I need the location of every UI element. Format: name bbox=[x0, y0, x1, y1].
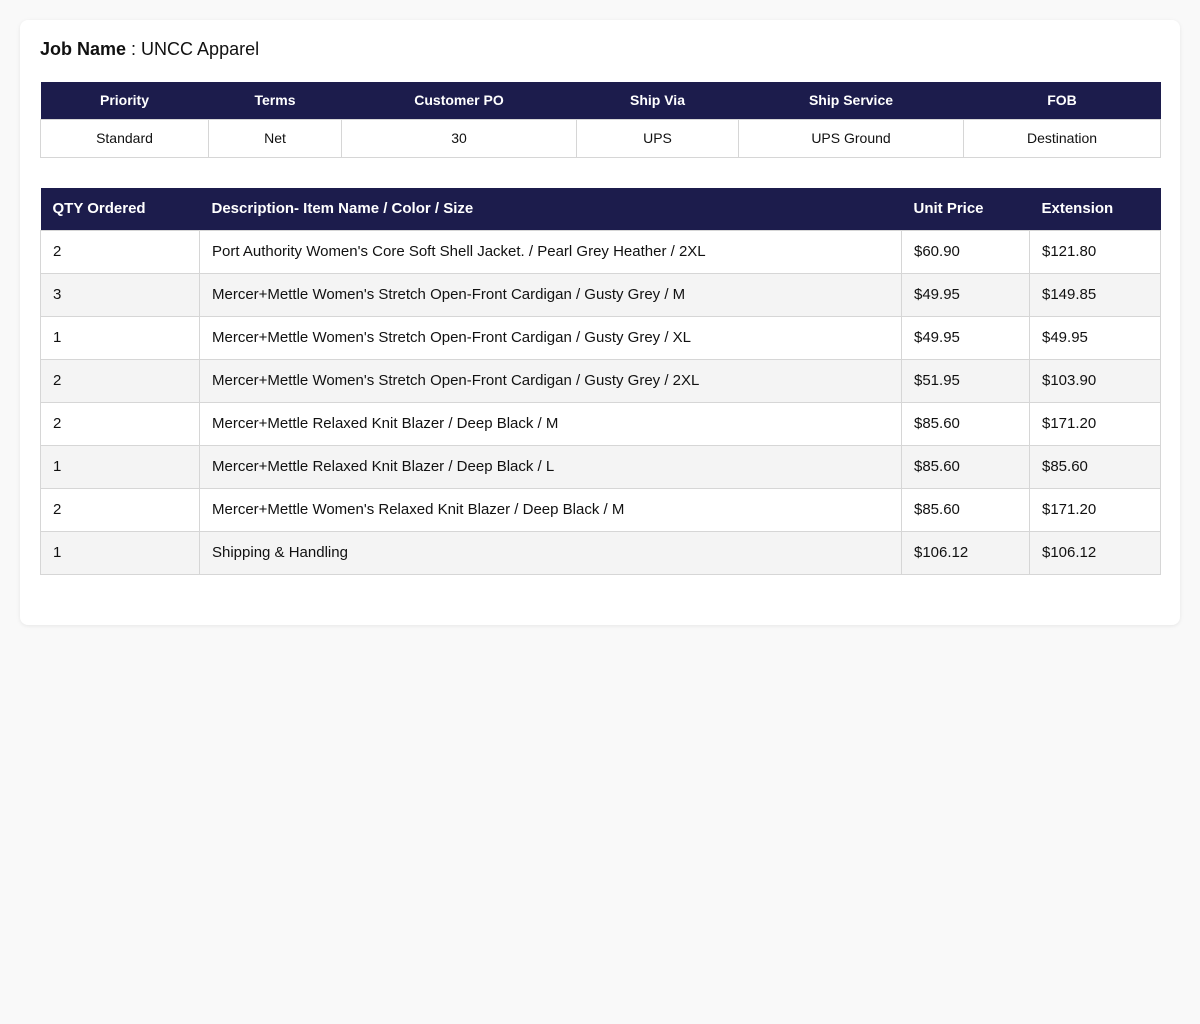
unit-price-cell: $85.60 bbox=[901, 401, 1030, 446]
qty-cell: 2 bbox=[40, 401, 200, 446]
order-info-value-row: Standard Net 30 UPS UPS Ground Destinati… bbox=[40, 118, 1161, 158]
description-cell: Mercer+Mettle Women's Stretch Open-Front… bbox=[199, 272, 902, 317]
header-unit-price: Unit Price bbox=[901, 188, 1030, 230]
job-name: Job Name : UNCC Apparel bbox=[40, 38, 259, 60]
qty-cell: 3 bbox=[40, 272, 200, 317]
unit-price-cell: $51.95 bbox=[901, 358, 1030, 403]
description-cell: Mercer+Mettle Women's Stretch Open-Front… bbox=[199, 358, 902, 403]
description-cell: Mercer+Mettle Women's Stretch Open-Front… bbox=[199, 315, 902, 360]
order-card: Job Name : UNCC Apparel Priority Terms C… bbox=[20, 20, 1180, 625]
table-row: 2 Mercer+Mettle Relaxed Knit Blazer / De… bbox=[40, 401, 1161, 446]
value-terms: Net bbox=[208, 118, 342, 158]
unit-price-cell: $106.12 bbox=[901, 530, 1030, 575]
line-items-header-row: QTY Ordered Description- Item Name / Col… bbox=[40, 188, 1161, 230]
unit-price-cell: $49.95 bbox=[901, 272, 1030, 317]
value-fob: Destination bbox=[963, 118, 1161, 158]
header-terms: Terms bbox=[208, 82, 342, 119]
extension-cell: $149.85 bbox=[1029, 272, 1161, 317]
value-ship-service: UPS Ground bbox=[738, 118, 964, 158]
extension-cell: $121.80 bbox=[1029, 229, 1161, 274]
extension-cell: $171.20 bbox=[1029, 487, 1161, 532]
description-cell: Mercer+Mettle Relaxed Knit Blazer / Deep… bbox=[199, 444, 902, 489]
table-row: 2 Mercer+Mettle Women's Stretch Open-Fro… bbox=[40, 358, 1161, 403]
extension-cell: $49.95 bbox=[1029, 315, 1161, 360]
value-priority: Standard bbox=[40, 118, 209, 158]
extension-cell: $103.90 bbox=[1029, 358, 1161, 403]
order-info-table: Priority Terms Customer PO Ship Via Ship… bbox=[40, 82, 1161, 158]
qty-cell: 1 bbox=[40, 444, 200, 489]
job-name-value: UNCC Apparel bbox=[141, 39, 260, 59]
value-ship-via: UPS bbox=[576, 118, 739, 158]
order-info-header-row: Priority Terms Customer PO Ship Via Ship… bbox=[40, 82, 1161, 119]
line-items-table: QTY Ordered Description- Item Name / Col… bbox=[40, 188, 1161, 575]
description-cell: Shipping & Handling bbox=[199, 530, 902, 575]
header-description: Description- Item Name / Color / Size bbox=[199, 188, 902, 230]
unit-price-cell: $60.90 bbox=[901, 229, 1030, 274]
description-cell: Mercer+Mettle Women's Relaxed Knit Blaze… bbox=[199, 487, 902, 532]
table-row: 3 Mercer+Mettle Women's Stretch Open-Fro… bbox=[40, 272, 1161, 317]
qty-cell: 2 bbox=[40, 229, 200, 274]
header-qty-ordered: QTY Ordered bbox=[40, 188, 200, 230]
job-name-separator: : bbox=[126, 39, 142, 59]
description-cell: Mercer+Mettle Relaxed Knit Blazer / Deep… bbox=[199, 401, 902, 446]
qty-cell: 2 bbox=[40, 487, 200, 532]
job-name-label: Job Name bbox=[40, 39, 127, 59]
table-row: 1 Shipping & Handling $106.12 $106.12 bbox=[40, 530, 1161, 575]
table-row: 1 Mercer+Mettle Women's Stretch Open-Fro… bbox=[40, 315, 1161, 360]
unit-price-cell: $85.60 bbox=[901, 444, 1030, 489]
extension-cell: $106.12 bbox=[1029, 530, 1161, 575]
extension-cell: $171.20 bbox=[1029, 401, 1161, 446]
qty-cell: 1 bbox=[40, 530, 200, 575]
unit-price-cell: $85.60 bbox=[901, 487, 1030, 532]
qty-cell: 2 bbox=[40, 358, 200, 403]
unit-price-cell: $49.95 bbox=[901, 315, 1030, 360]
description-cell: Port Authority Women's Core Soft Shell J… bbox=[199, 229, 902, 274]
table-row: 2 Mercer+Mettle Women's Relaxed Knit Bla… bbox=[40, 487, 1161, 532]
table-row: 1 Mercer+Mettle Relaxed Knit Blazer / De… bbox=[40, 444, 1161, 489]
header-priority: Priority bbox=[40, 82, 209, 119]
header-fob: FOB bbox=[963, 82, 1161, 119]
header-ship-via: Ship Via bbox=[576, 82, 739, 119]
header-customer-po: Customer PO bbox=[341, 82, 577, 119]
extension-cell: $85.60 bbox=[1029, 444, 1161, 489]
header-ship-service: Ship Service bbox=[738, 82, 964, 119]
table-row: 2 Port Authority Women's Core Soft Shell… bbox=[40, 229, 1161, 274]
value-customer-po: 30 bbox=[341, 118, 577, 158]
qty-cell: 1 bbox=[40, 315, 200, 360]
header-extension: Extension bbox=[1029, 188, 1161, 230]
